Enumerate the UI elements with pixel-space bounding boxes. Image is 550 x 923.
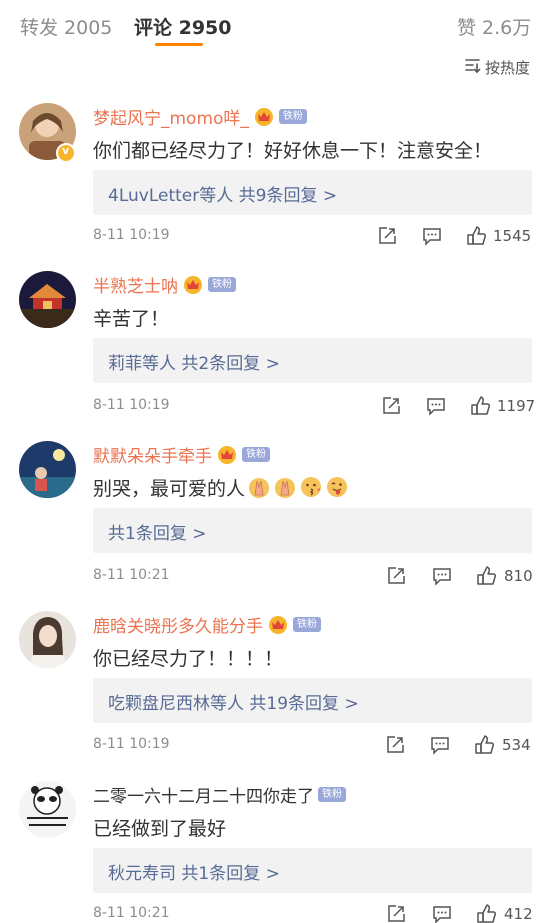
username[interactable]: 梦起风宁_momo咩_ [93, 104, 249, 129]
comment-icon[interactable] [421, 225, 443, 247]
sort-by-hot-button[interactable]: 按热度 [464, 57, 530, 78]
avatar[interactable] [19, 271, 76, 328]
comment-item: 半熟芝士呐 铁粉 辛苦了！ 莉菲等人 共2条回复 > 8-11 10:19 11… [0, 271, 550, 421]
replies-preview[interactable]: 吃颗盘尼西林等人 共19条回复 > [93, 678, 532, 723]
comment-text-body: 别哭，最可爱的人 [93, 478, 246, 500]
comment-header: 默默朵朵手牵手 铁粉 [93, 441, 270, 467]
replies-link[interactable]: 4LuvLetter等人 共9条回复 > [108, 181, 337, 206]
fan-badge: 铁粉 [293, 616, 321, 632]
comment-item: 二零一六十二月二十四你走了 铁粉 已经做到了最好 秋元寿司 共1条回复 > 8-… [0, 781, 550, 923]
comment-header: 梦起风宁_momo咩_ 铁粉 [93, 103, 307, 129]
tab-repost[interactable]: 转发 2005 [20, 13, 112, 40]
tab-comments[interactable]: 评论 2950 [134, 13, 232, 40]
comment-meta: 8-11 10:19 1197 [93, 395, 536, 419]
like-count: 412 [504, 905, 533, 923]
crown-icon [253, 105, 275, 127]
comment-meta: 8-11 10:19 1545 [93, 225, 533, 249]
comment-header: 鹿晗关晓彤多久能分手 铁粉 [93, 611, 321, 637]
tab-likes[interactable]: 赞 2.6万 [457, 13, 531, 40]
sort-icon [464, 57, 481, 78]
like-count: 1197 [497, 397, 536, 415]
like-icon[interactable] [474, 734, 496, 756]
replies-link[interactable]: 共1条回复 > [108, 519, 206, 544]
like-icon[interactable] [476, 565, 498, 587]
avatar[interactable] [19, 441, 76, 498]
repost-icon[interactable] [384, 734, 406, 756]
like-icon[interactable] [476, 903, 498, 923]
comment-time: 8-11 10:19 [93, 227, 170, 243]
comment-time: 8-11 10:19 [93, 397, 170, 413]
comment-text: 你已经尽力了！！！！ [93, 648, 284, 670]
fan-badge: 铁粉 [242, 446, 270, 462]
avatar[interactable] [19, 611, 76, 668]
comment-meta: 8-11 10:19 534 [93, 734, 533, 758]
tongue-face-emoji-icon [325, 475, 349, 499]
active-tab-indicator [155, 43, 203, 46]
comment-header: 二零一六十二月二十四你走了 铁粉 [93, 781, 346, 807]
kiss-face-emoji-icon [299, 475, 323, 499]
like-icon[interactable] [466, 225, 488, 247]
comment-item: 梦起风宁_momo咩_ 铁粉 你们都已经尽力了！好好休息一下！注意安全！ 4Lu… [0, 103, 550, 253]
crown-icon [216, 443, 238, 465]
comment-time: 8-11 10:21 [93, 905, 170, 921]
repost-icon[interactable] [385, 565, 407, 587]
like-icon[interactable] [470, 395, 492, 417]
comment-meta: 8-11 10:21 412 [93, 903, 533, 923]
comment-icon[interactable] [425, 395, 447, 417]
fan-badge: 铁粉 [278, 108, 307, 124]
fan-badge: 铁粉 [208, 276, 236, 292]
replies-link[interactable]: 莉菲等人 共2条回复 > [108, 349, 280, 374]
fan-badge: 铁粉 [318, 786, 346, 802]
replies-preview[interactable]: 秋元寿司 共1条回复 > [93, 848, 532, 893]
replies-link[interactable]: 秋元寿司 共1条回复 > [108, 859, 280, 884]
replies-preview[interactable]: 莉菲等人 共2条回复 > [93, 338, 532, 383]
replies-preview[interactable]: 共1条回复 > [93, 508, 532, 553]
repost-icon[interactable] [380, 395, 402, 417]
comment-text: 已经做到了最好 [93, 818, 227, 840]
avatar[interactable] [19, 781, 76, 838]
folded-hands-emoji-icon [247, 475, 271, 499]
username[interactable]: 半熟芝士呐 [93, 272, 178, 297]
comment-icon[interactable] [431, 903, 453, 923]
comment-icon[interactable] [429, 734, 451, 756]
comment-text: 你们都已经尽力了！好好休息一下！注意安全！ [93, 140, 493, 162]
crown-icon [267, 613, 289, 635]
crown-icon [182, 273, 204, 295]
repost-icon[interactable] [385, 903, 407, 923]
like-count: 1545 [493, 227, 532, 245]
sort-label: 按热度 [484, 59, 530, 77]
comment-header: 半熟芝士呐 铁粉 [93, 271, 236, 297]
comment-item: 默默朵朵手牵手 铁粉 别哭，最可爱的人 共1条回复 > 8-11 10:21 8… [0, 441, 550, 591]
like-count: 534 [502, 736, 531, 754]
username[interactable]: 默默朵朵手牵手 [93, 442, 212, 467]
folded-hands-emoji-icon [273, 475, 297, 499]
comment-tabs: 转发 2005 评论 2950 赞 2.6万 [0, 0, 550, 50]
comment-icon[interactable] [431, 565, 453, 587]
verified-badge-icon [56, 143, 76, 163]
like-count: 810 [504, 567, 533, 585]
comment-time: 8-11 10:19 [93, 736, 170, 752]
replies-preview[interactable]: 4LuvLetter等人 共9条回复 > [93, 170, 532, 215]
repost-icon[interactable] [376, 225, 398, 247]
replies-link[interactable]: 吃颗盘尼西林等人 共19条回复 > [108, 689, 359, 714]
comment-item: 鹿晗关晓彤多久能分手 铁粉 你已经尽力了！！！！ 吃颗盘尼西林等人 共19条回复… [0, 611, 550, 761]
comment-time: 8-11 10:21 [93, 567, 170, 583]
comment-text: 别哭，最可爱的人 [93, 474, 349, 501]
username[interactable]: 鹿晗关晓彤多久能分手 [93, 612, 263, 637]
comment-meta: 8-11 10:21 810 [93, 565, 533, 589]
username[interactable]: 二零一六十二月二十四你走了 [93, 782, 314, 807]
comment-text: 辛苦了！ [93, 308, 170, 330]
